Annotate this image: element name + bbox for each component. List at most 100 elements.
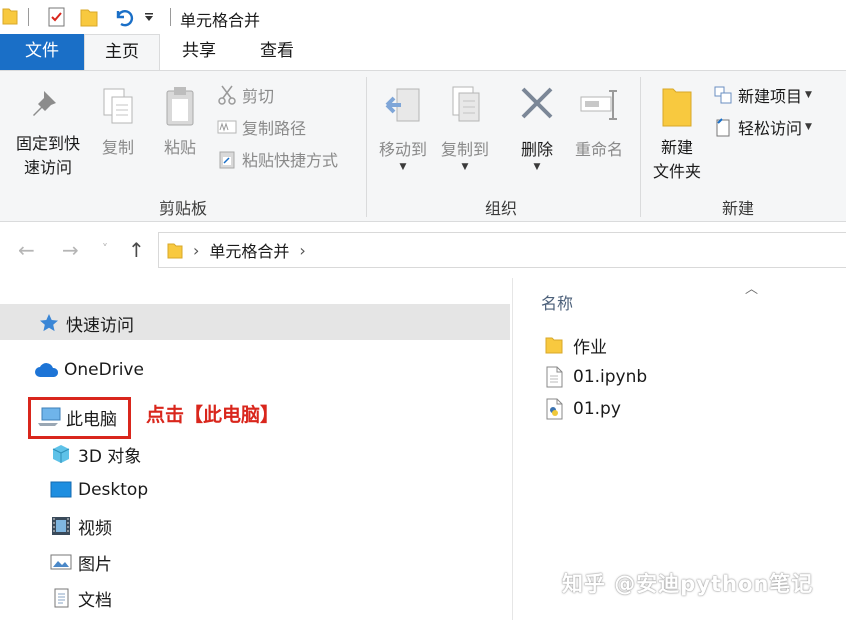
new-group-label: 新建 bbox=[721, 199, 754, 218]
delete-icon bbox=[517, 83, 557, 138]
nav-item-documents[interactable]: 文档 bbox=[48, 581, 112, 615]
new-folder-button[interactable]: 新建 文件夹 bbox=[646, 85, 708, 184]
copy-button[interactable]: 复制 bbox=[96, 85, 140, 160]
nav-item-pictures[interactable]: 图片 bbox=[48, 545, 112, 579]
copy-icon bbox=[100, 85, 136, 136]
cube-icon bbox=[48, 442, 74, 466]
title-bar: 单元格合并 bbox=[0, 0, 846, 34]
list-item[interactable]: 作业 bbox=[543, 330, 607, 360]
file-name: 01.py bbox=[573, 399, 621, 419]
customize-toolbar-icon[interactable] bbox=[144, 12, 154, 22]
column-header-name[interactable]: 名称 bbox=[541, 290, 573, 314]
navigation-pane: 快速访问 OneDrive 此电脑 3D 对象 Desktop 视频 图片 文档 bbox=[0, 280, 512, 620]
paste-icon bbox=[162, 85, 198, 136]
nav-item-label: 图片 bbox=[78, 554, 112, 575]
new-folder-label: 新建 文件夹 bbox=[652, 138, 701, 181]
rename-button[interactable]: 重命名 bbox=[570, 83, 628, 162]
copy-to-button[interactable]: 复制到 ▼ bbox=[434, 83, 496, 172]
new-folder-icon[interactable] bbox=[80, 6, 98, 28]
new-item-button[interactable]: 新建项目 ▼ bbox=[712, 81, 812, 109]
python-file-icon bbox=[543, 397, 565, 421]
list-item[interactable]: 01.ipynb bbox=[543, 362, 647, 392]
ribbon-tabs: 文件 主页 共享 查看 bbox=[0, 34, 846, 71]
copy-label: 复制 bbox=[101, 138, 134, 157]
breadcrumb-chevron-icon[interactable]: › bbox=[299, 241, 305, 260]
move-to-button[interactable]: 移动到 ▼ bbox=[372, 83, 434, 172]
video-icon bbox=[48, 514, 74, 538]
tab-file[interactable]: 文件 bbox=[0, 34, 84, 70]
list-item[interactable]: 01.py bbox=[543, 394, 621, 424]
cut-label: 剪切 bbox=[242, 87, 275, 106]
scissors-icon bbox=[216, 84, 238, 106]
file-name: 01.ipynb bbox=[573, 367, 648, 387]
organize-group-label: 组织 bbox=[484, 199, 517, 218]
pin-icon bbox=[30, 85, 66, 132]
annotation-text: 点击【此电脑】 bbox=[146, 404, 280, 426]
window-title: 单元格合并 bbox=[180, 11, 261, 30]
tab-home[interactable]: 主页 bbox=[84, 34, 160, 71]
picture-icon bbox=[48, 550, 74, 574]
tab-view[interactable]: 查看 bbox=[246, 34, 308, 70]
cut-button[interactable]: 剪切 bbox=[216, 81, 274, 109]
new-item-icon bbox=[712, 84, 734, 106]
up-arrow-icon[interactable]: ↑ bbox=[128, 238, 145, 262]
copy-path-label: 复制路径 bbox=[242, 119, 307, 138]
easy-access-button[interactable]: 轻松访问 ▼ bbox=[712, 113, 812, 141]
chevron-down-icon: ▼ bbox=[805, 122, 812, 132]
nav-item-label: 文档 bbox=[78, 590, 112, 611]
star-icon bbox=[36, 311, 62, 335]
paste-shortcut-button[interactable]: 粘贴快捷方式 bbox=[216, 145, 338, 173]
paste-label: 粘贴 bbox=[163, 138, 196, 157]
nav-item-3d-objects[interactable]: 3D 对象 bbox=[48, 437, 141, 471]
move-to-icon bbox=[383, 83, 423, 138]
chevron-down-icon: ▼ bbox=[461, 162, 469, 172]
address-field[interactable]: › 单元格合并 › bbox=[158, 232, 846, 268]
copy-to-icon bbox=[445, 83, 485, 138]
copy-to-label: 复制到 bbox=[440, 140, 489, 159]
file-icon bbox=[543, 365, 565, 389]
back-arrow-icon[interactable]: ← bbox=[18, 238, 35, 262]
paste-button[interactable]: 粘贴 bbox=[158, 85, 202, 160]
clipboard-group-label: 剪贴板 bbox=[158, 199, 207, 218]
nav-item-quick-access[interactable]: 快速访问 bbox=[36, 306, 134, 340]
forward-arrow-icon[interactable]: → bbox=[62, 238, 79, 262]
easy-access-label: 轻松访问 bbox=[738, 119, 803, 138]
undo-icon[interactable] bbox=[112, 6, 134, 28]
move-to-label: 移动到 bbox=[378, 140, 427, 159]
chevron-down-icon: ▼ bbox=[805, 90, 812, 100]
pin-to-quick-access-button[interactable]: 固定到快 速访问 bbox=[8, 85, 88, 180]
address-bar-row: ← → ˅ ↑ › 单元格合并 › bbox=[0, 222, 846, 278]
sort-ascending-icon[interactable]: ︿ bbox=[745, 278, 758, 297]
chevron-down-icon: ▼ bbox=[533, 162, 541, 172]
document-icon bbox=[48, 586, 74, 610]
nav-item-label: 3D 对象 bbox=[78, 446, 142, 467]
nav-item-videos[interactable]: 视频 bbox=[48, 509, 112, 543]
tab-share[interactable]: 共享 bbox=[168, 34, 230, 70]
rename-icon bbox=[577, 83, 621, 138]
nav-item-label: 视频 bbox=[78, 518, 112, 539]
properties-icon[interactable] bbox=[46, 6, 68, 28]
breadcrumb-folder[interactable]: 单元格合并 bbox=[209, 238, 289, 262]
recent-locations-icon[interactable]: ˅ bbox=[102, 242, 108, 256]
breadcrumb-chevron-icon[interactable]: › bbox=[193, 241, 199, 260]
chevron-down-icon: ▼ bbox=[399, 162, 407, 172]
nav-item-label: Desktop bbox=[78, 480, 149, 500]
delete-button[interactable]: 删除 ▼ bbox=[514, 83, 560, 172]
nav-item-onedrive[interactable]: OneDrive bbox=[34, 353, 144, 387]
easy-access-icon bbox=[712, 116, 734, 138]
nav-item-desktop[interactable]: Desktop bbox=[48, 473, 148, 507]
ribbon: 固定到快 速访问 复制 粘贴 剪切 复制路径 粘贴快捷方式 剪贴板 移动到 ▼ … bbox=[0, 70, 846, 222]
pin-label: 固定到快 速访问 bbox=[15, 134, 80, 177]
rename-label: 重命名 bbox=[574, 140, 623, 159]
copy-path-button[interactable]: 复制路径 bbox=[216, 113, 306, 141]
desktop-icon bbox=[48, 478, 74, 502]
paste-shortcut-label: 粘贴快捷方式 bbox=[242, 151, 339, 170]
delete-label: 删除 bbox=[520, 140, 553, 159]
file-name: 作业 bbox=[573, 337, 607, 358]
paste-shortcut-icon bbox=[216, 148, 238, 170]
folder-icon bbox=[167, 241, 183, 259]
folder-icon bbox=[659, 85, 695, 136]
folder-icon bbox=[543, 333, 565, 357]
copy-path-icon bbox=[216, 116, 238, 138]
new-item-label: 新建项目 bbox=[738, 87, 803, 106]
